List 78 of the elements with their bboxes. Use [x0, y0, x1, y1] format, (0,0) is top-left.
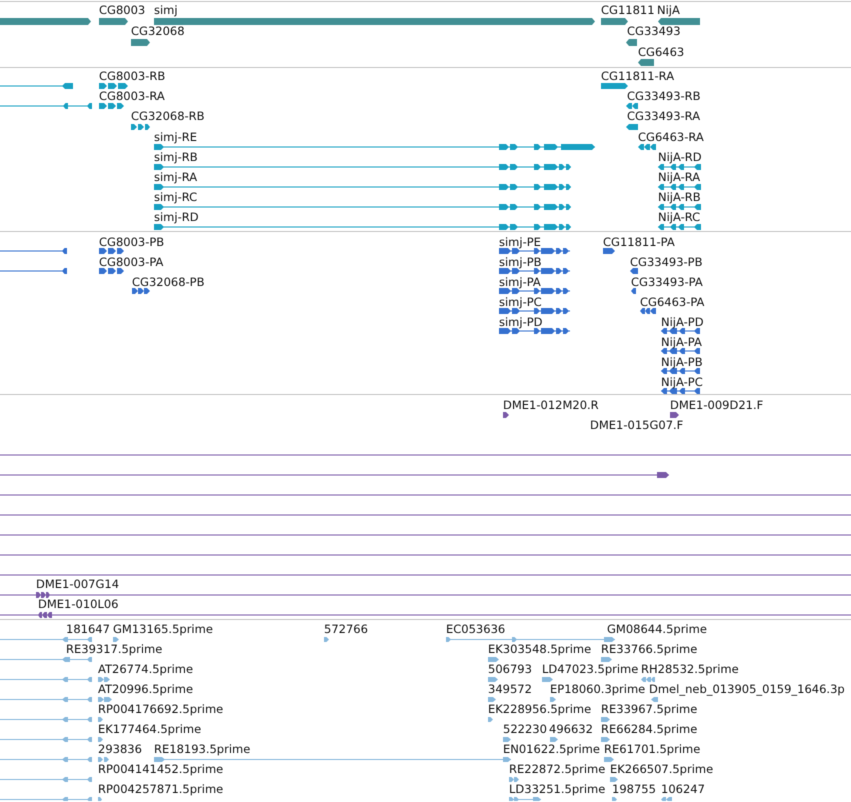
- feature-label: EK303548.5prime: [488, 642, 592, 656]
- feature-label: simj-PC: [499, 295, 542, 309]
- feature-label: RE33766.5prime: [601, 642, 698, 656]
- feature-label: RE61701.5prime: [604, 742, 700, 756]
- feature-label: CG11811-RA: [601, 69, 674, 83]
- feature-label: CG32068-PB: [132, 275, 204, 289]
- feature-label: NijA-PB: [661, 355, 703, 369]
- feature-label: CG33493-PA: [631, 275, 703, 289]
- feature-label: RE39317.5prime: [66, 642, 162, 656]
- feature-label: GM08644.5prime: [607, 622, 707, 636]
- feature-label: simj-PD: [499, 315, 543, 329]
- feature-label: simj-PE: [499, 235, 541, 249]
- feature-label: CG11811-PA: [603, 235, 675, 249]
- feature-label: 181647: [66, 622, 110, 636]
- feature-label: CG6463-RA: [638, 130, 704, 144]
- feature-label: RE33967.5prime: [601, 702, 698, 716]
- feature-label: DME1-010L06: [38, 597, 118, 611]
- feature-label: NijA-RB: [658, 190, 701, 204]
- feature-label: DME1-007G14: [36, 577, 120, 591]
- feature-label: DME1-012M20.R: [503, 398, 599, 412]
- feature-label: LD33251.5prime: [509, 782, 606, 796]
- feature-label: CG33493-PB: [630, 255, 702, 269]
- feature-label: AT26774.5prime: [98, 662, 194, 676]
- feature-label: CG33493-RB: [627, 89, 701, 103]
- feature-label: DME1-009D21.F: [670, 398, 764, 412]
- feature-label: NijA-RC: [658, 210, 700, 224]
- feature-label: 198755: [612, 782, 656, 796]
- feature-label: CG8003-RA: [99, 89, 165, 103]
- feature-label: simj: [154, 3, 178, 17]
- feature-label: simj-RD: [154, 210, 199, 224]
- feature-label: CG32068-RB: [131, 109, 205, 123]
- feature-label: CG33493: [627, 24, 681, 38]
- feature-label: EN01622.5prime: [503, 742, 600, 756]
- feature-label: CG8003-RB: [99, 69, 166, 83]
- feature-label: NijA-PA: [661, 335, 702, 349]
- feature-label: RE66284.5prime: [601, 722, 698, 736]
- feature-label: CG8003-PA: [99, 255, 164, 269]
- feature-label: CG33493-RA: [627, 109, 700, 123]
- feature-label: RP004176692.5prime: [98, 702, 224, 716]
- feature-label: CG8003: [99, 3, 146, 17]
- feature-label: simj-PA: [499, 275, 541, 289]
- feature-label: 293836: [98, 742, 142, 756]
- feature-label: 522230: [503, 722, 547, 736]
- feature-label: simj-PB: [499, 255, 542, 269]
- feature-label: CG11811: [601, 3, 655, 17]
- feature-label: RE18193.5prime: [154, 742, 250, 756]
- feature-label: EK266507.5prime: [610, 762, 714, 776]
- feature-label: Dmel_neb_013905_0159_1646.3p: [649, 682, 845, 696]
- feature-label: NijA: [657, 3, 680, 17]
- feature-label: RH28532.5prime: [641, 662, 739, 676]
- feature-label: AT20996.5prime: [98, 682, 194, 696]
- feature-label: DME1-015G07.F: [590, 418, 684, 432]
- feature-label: RP004257871.5prime: [98, 782, 224, 796]
- feature-label: 506793: [488, 662, 532, 676]
- feature-label: NijA-PD: [661, 315, 704, 329]
- feature-label: NijA-RD: [658, 150, 702, 164]
- feature-label: EK177464.5prime: [98, 722, 202, 736]
- feature-label: LD47023.5prime: [542, 662, 638, 676]
- feature-label: NijA-RA: [658, 170, 700, 184]
- feature-label: simj-RB: [154, 150, 198, 164]
- feature-label: EK228956.5prime: [488, 702, 592, 716]
- feature-label: EC053636: [446, 622, 506, 636]
- feature-label: NijA-PC: [661, 375, 703, 389]
- feature-label: EP18060.3prime: [550, 682, 646, 696]
- feature-label: CG6463-PA: [640, 295, 704, 309]
- feature-label: 496632: [549, 722, 593, 736]
- feature-label: simj-RA: [154, 170, 198, 184]
- feature-label: 106247: [661, 782, 705, 796]
- feature-label: RE22872.5prime: [509, 762, 606, 776]
- feature-label: CG6463: [638, 45, 684, 59]
- feature-label: CG32068: [131, 24, 185, 38]
- feature-label: 572766: [324, 622, 368, 636]
- feature-label: 349572: [488, 682, 532, 696]
- feature-label: simj-RC: [154, 190, 198, 204]
- feature-label: CG8003-PB: [99, 235, 164, 249]
- feature-label: simj-RE: [154, 130, 197, 144]
- feature-label: RP004141452.5prime: [98, 762, 224, 776]
- feature-label: GM13165.5prime: [113, 622, 213, 636]
